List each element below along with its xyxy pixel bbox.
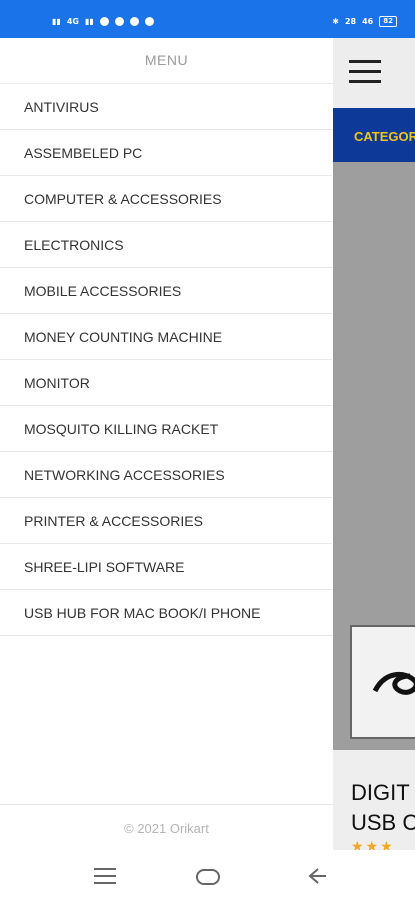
menu-item-monitor[interactable]: MONITOR [0,360,332,406]
recent-apps-icon[interactable] [94,868,116,884]
menu-item-electronics[interactable]: ELECTRONICS [0,222,332,268]
navigation-drawer: MENU ANTIVIRUS ASSEMBELED PC COMPUTER & … [0,38,333,850]
menu-item-shree-lipi-software[interactable]: SHREE-LIPI SOFTWARE [0,544,332,590]
rating-stars: ★★★ [351,838,395,850]
drawer-title: MENU [0,38,333,84]
bluetooth-icon: ✱ [332,16,339,26]
signal-icon-2: ▮▮ [84,16,94,26]
chat-icon [129,16,139,26]
status-right-icons: ✱ 28 46 82 [332,14,397,28]
app-icon [144,16,154,26]
status-bar: ▮▮ 4G ▮▮ ✱ 28 46 82 [0,0,415,38]
home-icon[interactable] [196,869,220,885]
hamburger-menu-icon[interactable] [349,60,381,84]
menu-item-antivirus[interactable]: ANTIVIRUS [0,84,332,130]
cable-icon [372,671,415,695]
product-title[interactable]: DIGIT USB C [351,778,415,838]
menu-item-usb-hub[interactable]: USB HUB FOR MAC BOOK/I PHONE [0,590,332,636]
menu-item-networking-accessories[interactable]: NETWORKING ACCESSORIES [0,452,332,498]
category-label[interactable]: CATEGOR [354,129,415,144]
battery-icon: 82 [379,15,397,27]
network-type: 4G [66,16,79,26]
product-image[interactable] [350,625,415,739]
menu-item-money-counting-machine[interactable]: MONEY COUNTING MACHINE [0,314,332,360]
whatsapp-icon [99,16,109,26]
menu-item-assembled-pc[interactable]: ASSEMBELED PC [0,130,332,176]
menu-item-mosquito-killing-racket[interactable]: MOSQUITO KILLING RACKET [0,406,332,452]
signal-strength: 46 [362,16,374,26]
back-arrow-icon[interactable] [306,865,328,887]
status-left-icons: ▮▮ 4G ▮▮ [52,14,154,28]
menu-item-computer-accessories[interactable]: COMPUTER & ACCESSORIES [0,176,332,222]
menu-list: ANTIVIRUS ASSEMBELED PC COMPUTER & ACCES… [0,84,333,636]
notification-icon [114,16,124,26]
menu-item-printer-accessories[interactable]: PRINTER & ACCESSORIES [0,498,332,544]
network-speed: 28 [344,16,357,26]
signal-icon: ▮▮ [52,16,61,26]
menu-item-mobile-accessories[interactable]: MOBILE ACCESSORIES [0,268,332,314]
system-nav-bar [0,850,415,900]
copyright-footer: © 2021 Orikart [0,804,333,850]
